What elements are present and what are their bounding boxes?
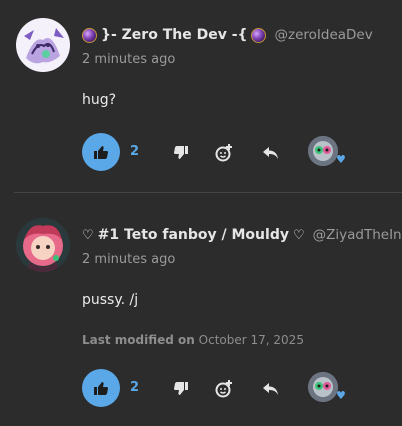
post-actions: 2 ♥ [82, 133, 382, 171]
heart-icon: ♥ [336, 153, 346, 166]
author-name[interactable]: #1 Teto fanboy / Mouldy [98, 227, 289, 243]
like-button[interactable] [82, 369, 120, 407]
add-reaction-icon [215, 380, 232, 398]
author-handle[interactable]: @zeroIdeaDev [274, 27, 372, 43]
orb-emoji-icon [251, 27, 267, 43]
post-actions: 2 ♥ [82, 369, 382, 407]
author-avatar[interactable] [16, 18, 70, 72]
post-content: pussy. /j [82, 292, 139, 308]
thumbs-down-icon [173, 146, 188, 159]
post-divider [14, 192, 402, 193]
post-content: hug? [82, 92, 117, 108]
author-name[interactable]: }- Zero The Dev -{ [101, 27, 247, 43]
post-timestamp[interactable]: 2 minutes ago [82, 52, 175, 67]
modified-label: Last modified on [82, 333, 195, 347]
heart-outline-icon: ♡ [82, 227, 94, 243]
reply-button[interactable] [260, 142, 282, 164]
author-handle[interactable]: @ZiyadTheIns [313, 227, 402, 243]
like-count: 2 [130, 144, 140, 159]
like-button[interactable] [82, 133, 120, 171]
add-reaction-button[interactable] [213, 142, 235, 164]
thumbs-down-icon [173, 382, 188, 395]
modified-date: October 17, 2025 [198, 333, 304, 347]
post-header: }- Zero The Dev -{ @zeroIdeaDev [82, 27, 373, 43]
like-count: 2 [130, 380, 140, 395]
post-header: ♡ #1 Teto fanboy / Mouldy ♡ @ZiyadTheIns [82, 227, 402, 243]
reactor-avatar[interactable] [308, 136, 338, 166]
reply-icon [263, 383, 278, 395]
author-avatar[interactable] [16, 218, 70, 272]
heart-outline-icon: ♡ [292, 227, 305, 243]
add-reaction-button[interactable] [213, 378, 235, 400]
dislike-button[interactable] [170, 378, 192, 400]
add-reaction-icon [215, 144, 232, 162]
last-modified: Last modified on October 17, 2025 [82, 333, 304, 347]
reactor-avatar[interactable] [308, 372, 338, 402]
reply-button[interactable] [260, 378, 282, 400]
post-timestamp[interactable]: 2 minutes ago [82, 252, 175, 267]
thumbs-up-icon [94, 382, 109, 395]
orb-emoji-icon [82, 27, 97, 43]
dislike-button[interactable] [170, 142, 192, 164]
heart-icon: ♥ [336, 389, 346, 402]
thumbs-up-icon [94, 146, 109, 159]
reply-icon [263, 147, 278, 159]
